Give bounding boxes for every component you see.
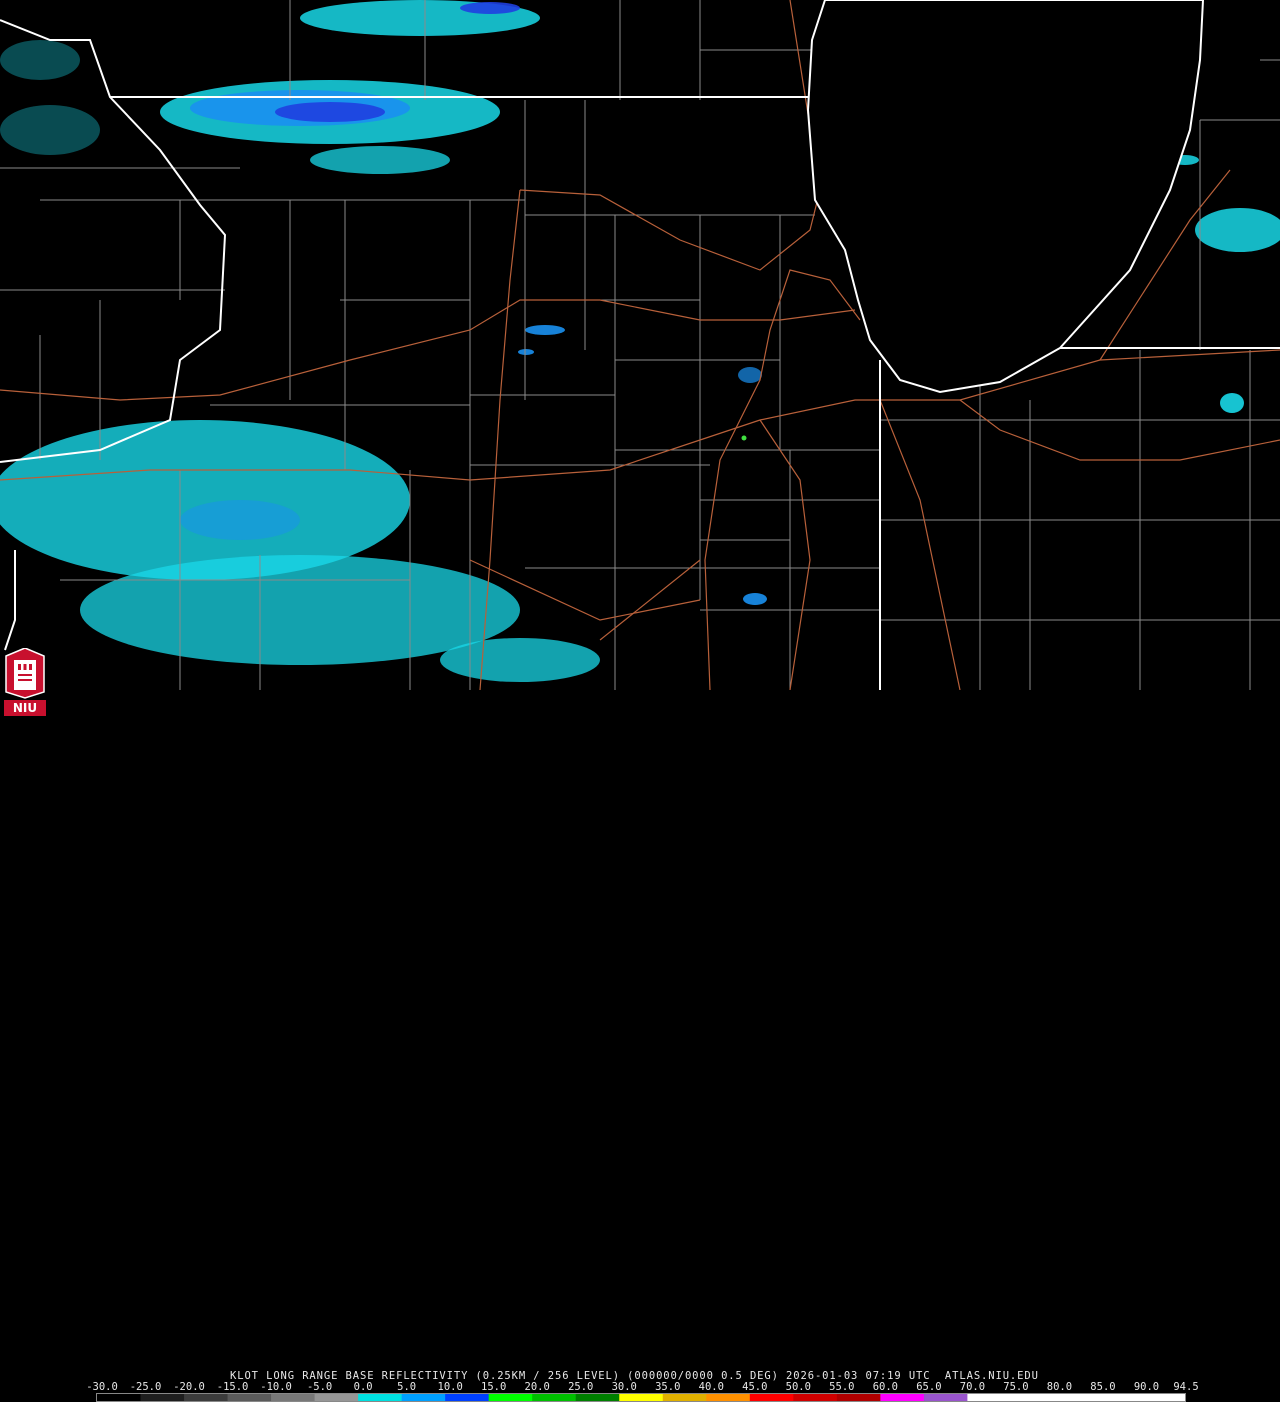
radar-map — [0, 0, 1280, 690]
colorbar-swatch — [97, 1394, 142, 1401]
colorbar-label: 0.0 — [353, 1381, 373, 1393]
echo-southwest — [0, 420, 410, 580]
colorbar-swatch — [923, 1394, 968, 1401]
echo-band-north-tail — [310, 146, 450, 174]
colorbar-label: 90.0 — [1133, 1381, 1160, 1393]
colorbar-labels: -30.0 -25.0 -20.0 -15.0 -10.0 -5.0 0.0 5.0 10.0 1… — [86, 1381, 1198, 1393]
colorbar-swatch — [1097, 1394, 1142, 1401]
echo-band-north-strong — [275, 102, 385, 122]
colorbar-label: 80.0 — [1046, 1381, 1073, 1393]
colorbar-swatch — [1141, 1394, 1185, 1401]
colorbar-label: -5.0 — [306, 1381, 333, 1393]
colorbar-swatch — [140, 1394, 185, 1401]
colorbar-swatch — [1010, 1394, 1055, 1401]
colorbar-label: 15.0 — [481, 1381, 507, 1393]
echo-small-1 — [525, 325, 565, 335]
echo-south-east — [440, 638, 600, 682]
colorbar-label: -15.0 — [216, 1381, 249, 1393]
colorbar-label: 25.0 — [568, 1381, 594, 1393]
colorbar-label: -20.0 — [173, 1381, 205, 1393]
svg-text:NIU: NIU — [13, 701, 37, 715]
colorbar-label: 20.0 — [524, 1381, 550, 1393]
colorbar-swatch — [271, 1394, 316, 1401]
echo-small-3 — [738, 367, 762, 383]
colorbar-swatch — [706, 1394, 751, 1401]
colorbar-swatch — [662, 1394, 707, 1401]
colorbar-swatch — [488, 1394, 533, 1401]
echo-small-2 — [518, 349, 534, 355]
echo-west-north — [0, 105, 100, 155]
colorbar-label: 35.0 — [655, 1381, 681, 1393]
colorbar-swatch — [880, 1394, 925, 1401]
colorbar-label: 60.0 — [872, 1381, 899, 1393]
colorbar-swatch — [1054, 1394, 1099, 1401]
colorbar-label: 65.0 — [916, 1381, 942, 1393]
echo-east-small — [1220, 393, 1244, 413]
colorbar-swatch — [445, 1394, 490, 1401]
echo-small-4 — [743, 593, 767, 605]
colorbar-swatch — [619, 1394, 664, 1401]
colorbar — [96, 1393, 1186, 1402]
colorbar-swatch — [749, 1394, 794, 1401]
colorbar-label: 55.0 — [829, 1381, 855, 1393]
colorbar-label: 70.0 — [959, 1381, 986, 1393]
colorbar-swatch — [836, 1394, 881, 1401]
colorbar-swatch — [967, 1394, 1012, 1401]
colorbar-label: 85.0 — [1090, 1381, 1116, 1393]
colorbar-label: 45.0 — [742, 1381, 768, 1393]
niu-logo: NIU — [4, 648, 46, 716]
colorbar-swatch — [314, 1394, 359, 1401]
colorbar-swatch — [184, 1394, 229, 1401]
legend-footer: KLOT LONG RANGE BASE REFLECTIVITY (0.25K… — [0, 684, 1280, 1402]
colorbar-label: 75.0 — [1003, 1381, 1029, 1393]
colorbar-swatch — [358, 1394, 403, 1401]
colorbar-label: -10.0 — [260, 1381, 292, 1393]
echo-band-top-strong — [460, 2, 520, 14]
colorbar-label: 40.0 — [698, 1381, 724, 1393]
colorbar-swatch — [401, 1394, 446, 1401]
colorbar-label: 30.0 — [611, 1381, 637, 1393]
colorbar-label: -30.0 — [86, 1381, 118, 1393]
colorbar-label: 94.5 — [1173, 1381, 1199, 1393]
echo-west-top — [0, 40, 80, 80]
echo-green-pixel — [741, 435, 747, 441]
colorbar-swatch — [227, 1394, 272, 1401]
colorbar-label: 10.0 — [437, 1381, 463, 1393]
colorbar-swatch — [575, 1394, 620, 1401]
colorbar-label: 50.0 — [785, 1381, 811, 1393]
echo-southwest-core — [180, 500, 300, 540]
colorbar-label: -25.0 — [129, 1381, 162, 1393]
colorbar-swatch — [532, 1394, 577, 1401]
colorbar-swatch — [793, 1394, 838, 1401]
colorbar-label: 5.0 — [397, 1381, 417, 1393]
